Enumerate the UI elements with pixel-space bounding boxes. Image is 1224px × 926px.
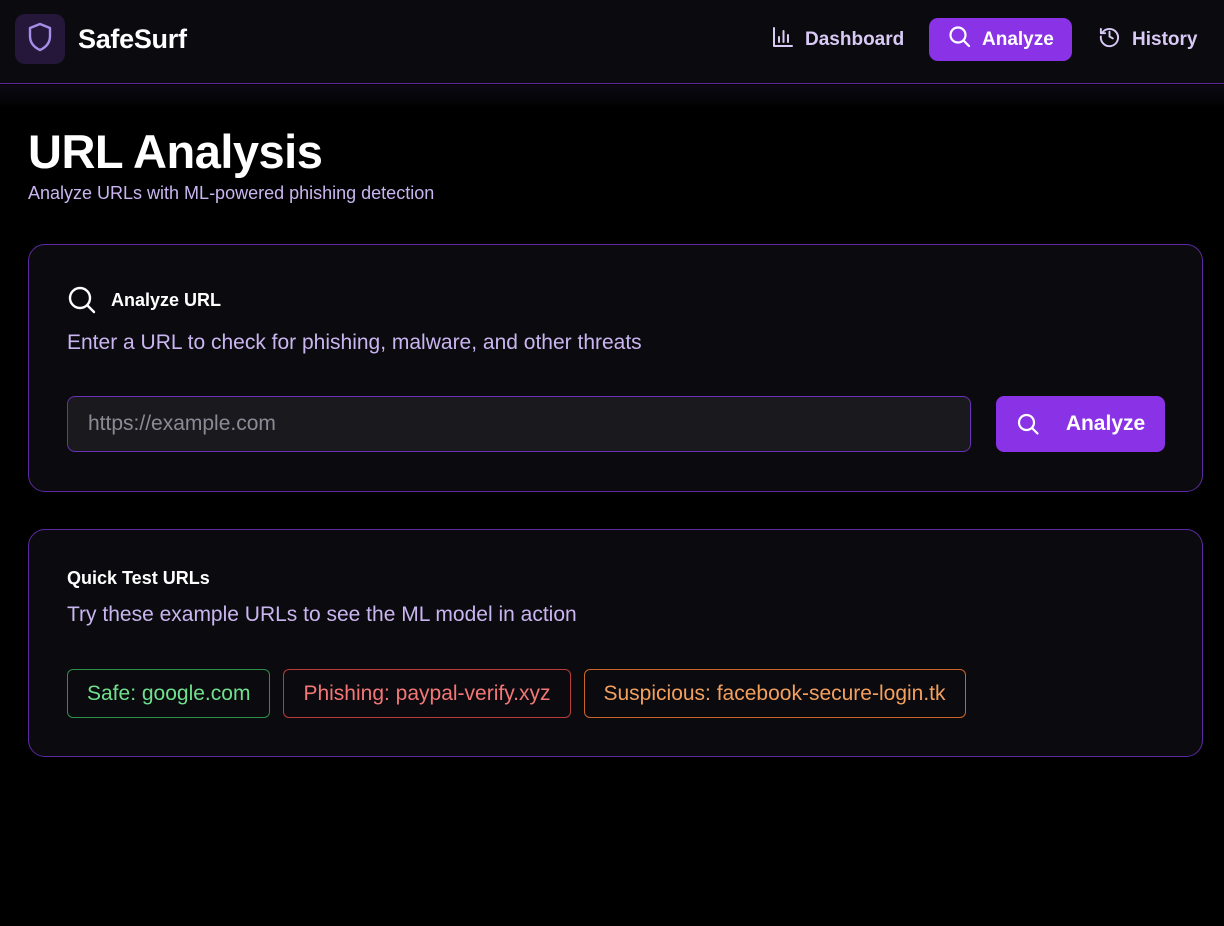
- top-navbar: SafeSurf Dashboard Analyze History: [0, 0, 1224, 84]
- brand[interactable]: SafeSurf: [15, 14, 187, 64]
- page-title: URL Analysis: [28, 125, 323, 178]
- brand-name: SafeSurf: [78, 23, 187, 54]
- bar-chart-icon: [772, 26, 805, 54]
- analyze-url-card: Analyze URL Enter a URL to check for phi…: [28, 244, 1203, 492]
- history-icon: [1098, 25, 1132, 54]
- analyze-button[interactable]: Analyze: [996, 396, 1165, 452]
- nav-dashboard-label: Dashboard: [805, 28, 905, 50]
- nav-dashboard[interactable]: Dashboard: [772, 18, 904, 61]
- quick-test-chips: Safe: google.com Phishing: paypal-verify…: [67, 669, 966, 718]
- analyze-card-description: Enter a URL to check for phishing, malwa…: [67, 331, 642, 354]
- quick-url-safe-chip[interactable]: Safe: google.com: [67, 669, 271, 718]
- url-input[interactable]: [67, 396, 971, 452]
- nav-analyze-label: Analyze: [982, 28, 1054, 50]
- page-subtitle: Analyze URLs with ML-powered phishing de…: [28, 183, 435, 203]
- nav-history[interactable]: History: [1098, 18, 1197, 61]
- shield-icon: [27, 22, 53, 57]
- search-icon: [67, 285, 97, 315]
- quick-card-description: Try these example URLs to see the ML mod…: [67, 603, 577, 626]
- quick-card-header: Quick Test URLs: [67, 568, 210, 589]
- navbar-shadow: [0, 85, 1224, 109]
- analyze-button-label: Analyze: [1065, 412, 1146, 435]
- nav-history-label: History: [1132, 28, 1198, 50]
- quick-card-title: Quick Test URLs: [67, 568, 210, 588]
- quick-test-card: Quick Test URLs Try these example URLs t…: [28, 529, 1203, 757]
- search-icon: [1016, 412, 1066, 436]
- search-icon: [948, 25, 982, 54]
- analyze-card-header: Analyze URL: [67, 285, 221, 315]
- quick-url-phishing-chip[interactable]: Phishing: paypal-verify.xyz: [283, 669, 571, 718]
- quick-url-suspicious-chip[interactable]: Suspicious: facebook-secure-login.tk: [583, 669, 966, 718]
- logo-badge: [15, 14, 65, 64]
- nav-analyze[interactable]: Analyze: [929, 18, 1072, 61]
- analyze-card-title: Analyze URL: [111, 289, 222, 310]
